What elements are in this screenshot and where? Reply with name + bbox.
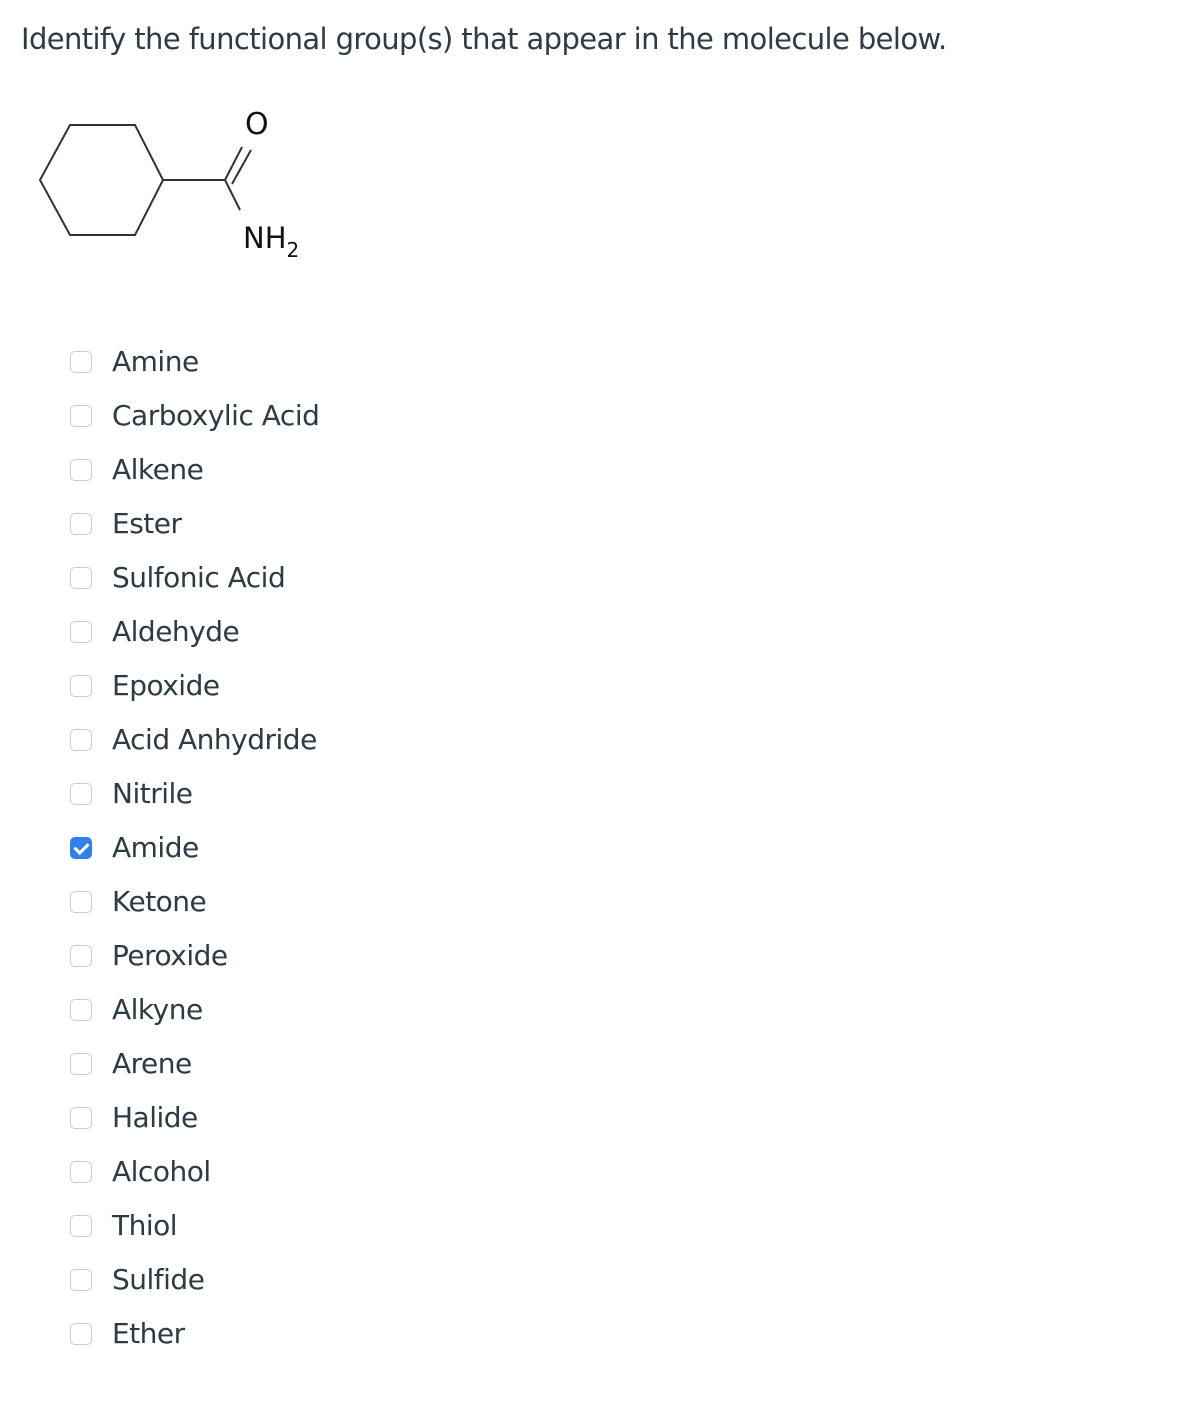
checkbox[interactable] (70, 621, 92, 643)
option-label: Thiol (112, 1209, 178, 1242)
option-label: Alkene (112, 453, 204, 486)
option-label: Alcohol (112, 1155, 211, 1188)
option-sulfide[interactable]: Sulfide (70, 1253, 319, 1307)
checkbox[interactable] (70, 891, 92, 913)
c-n-bond (224, 179, 241, 211)
oxygen-label: O (245, 107, 269, 142)
option-aldehyde[interactable]: Aldehyde (70, 605, 319, 659)
carbonyl-double-bond-1 (224, 146, 243, 181)
checkbox[interactable] (70, 459, 92, 481)
option-ester[interactable]: Ester (70, 497, 319, 551)
option-label: Halide (112, 1101, 198, 1134)
option-label: Ester (112, 507, 182, 540)
checkbox[interactable] (70, 567, 92, 589)
option-label: Acid Anhydride (112, 723, 317, 756)
option-alkene[interactable]: Alkene (70, 443, 319, 497)
checkbox[interactable] (70, 1323, 92, 1345)
checkbox[interactable] (70, 783, 92, 805)
option-ketone[interactable]: Ketone (70, 875, 319, 929)
option-acid-anhydride[interactable]: Acid Anhydride (70, 713, 319, 767)
checkbox[interactable] (70, 999, 92, 1021)
checkbox[interactable] (70, 1269, 92, 1291)
option-label: Ether (112, 1317, 185, 1350)
molecule-structure: O NH2 (38, 107, 299, 262)
option-nitrile[interactable]: Nitrile (70, 767, 319, 821)
option-halide[interactable]: Halide (70, 1091, 319, 1145)
checkbox[interactable] (70, 405, 92, 427)
option-label: Amine (112, 345, 199, 378)
option-alkyne[interactable]: Alkyne (70, 983, 319, 1037)
checkbox[interactable] (70, 351, 92, 373)
option-label: Nitrile (112, 777, 193, 810)
answer-options: Amine Carboxylic Acid Alkene Ester Sulfonic … (70, 335, 320, 1361)
checkbox[interactable] (70, 945, 92, 967)
option-amine[interactable]: Amine (70, 335, 319, 389)
option-label: Ketone (112, 885, 207, 918)
nh-label: NH (243, 221, 287, 255)
option-label: Aldehyde (112, 615, 240, 648)
cyclohexane-ring (38, 124, 165, 236)
checkbox[interactable] (70, 675, 92, 697)
option-arene[interactable]: Arene (70, 1037, 319, 1091)
carbonyl-double-bond-2 (231, 149, 252, 185)
option-label: Sulfonic Acid (112, 561, 286, 594)
nh2-label: NH2 (243, 221, 299, 262)
option-label: Amide (112, 831, 199, 864)
subscript-2: 2 (287, 238, 300, 262)
option-label: Epoxide (112, 669, 220, 702)
option-sulfonic-acid[interactable]: Sulfonic Acid (70, 551, 319, 605)
checkbox[interactable] (70, 1053, 92, 1075)
option-label: Alkyne (112, 993, 203, 1026)
checkbox[interactable] (70, 1161, 92, 1183)
option-label: Peroxide (112, 939, 228, 972)
option-label: Sulfide (112, 1263, 205, 1296)
option-label: Carboxylic Acid (112, 399, 320, 432)
option-thiol[interactable]: Thiol (70, 1199, 319, 1253)
option-epoxide[interactable]: Epoxide (70, 659, 319, 713)
checkbox[interactable] (70, 837, 92, 859)
option-label: Arene (112, 1047, 192, 1080)
question-text: Identify the functional group(s) that ap… (21, 22, 947, 56)
option-peroxide[interactable]: Peroxide (70, 929, 319, 983)
option-ether[interactable]: Ether (70, 1307, 319, 1361)
checkbox[interactable] (70, 1107, 92, 1129)
option-alcohol[interactable]: Alcohol (70, 1145, 319, 1199)
option-amide[interactable]: Amide (70, 821, 319, 875)
checkbox[interactable] (70, 729, 92, 751)
checkbox[interactable] (70, 513, 92, 535)
checkbox[interactable] (70, 1215, 92, 1237)
option-carboxylic-acid[interactable]: Carboxylic Acid (70, 389, 320, 443)
